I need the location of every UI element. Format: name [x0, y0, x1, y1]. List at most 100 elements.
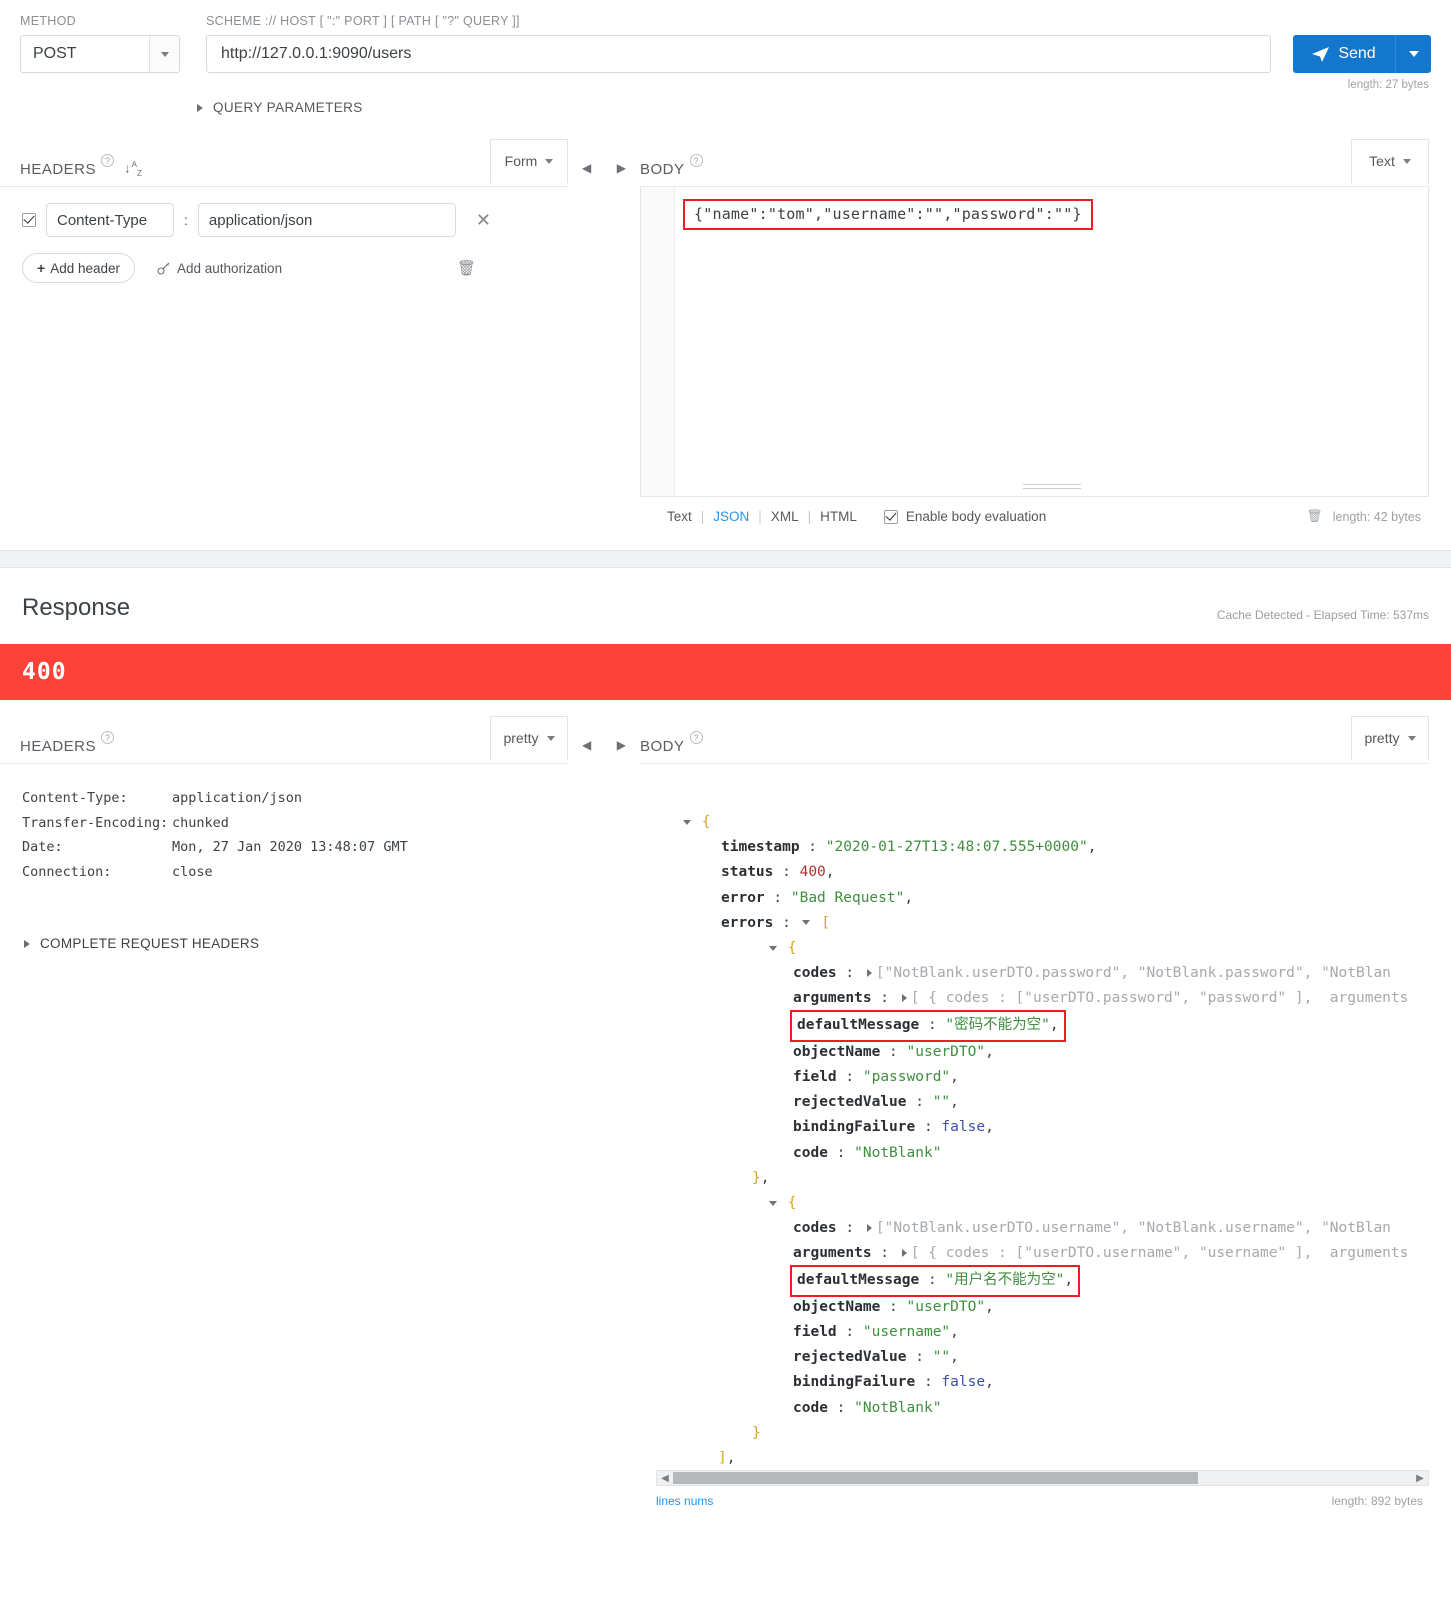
json-key: code: [793, 1144, 828, 1161]
request-body-content[interactable]: {"name":"tom","username":"","password":"…: [683, 199, 1093, 230]
response-body-length: length: 892 bytes: [1331, 1494, 1423, 1508]
json-value: "": [932, 1094, 951, 1111]
send-button-group[interactable]: Send: [1293, 35, 1431, 73]
url-input[interactable]: http://127.0.0.1:9090/users: [206, 35, 1271, 73]
response-header-key: Connection:: [22, 863, 112, 880]
json-value: "username": [862, 1324, 951, 1341]
expand-right-icon[interactable]: ▶: [617, 161, 626, 175]
scroll-track[interactable]: [673, 1471, 1412, 1485]
request-headers-view-mode[interactable]: Form: [490, 138, 568, 183]
twisty-closed-icon[interactable]: [863, 961, 876, 986]
editor-resize-grip[interactable]: [1022, 484, 1081, 489]
response-header-value: application/json: [172, 790, 303, 806]
request-body-footer-right: 🗑 length: 42 bytes: [1307, 509, 1427, 524]
scroll-thumb[interactable]: [673, 1472, 1198, 1484]
response-headers-panel: HEADERS ? pretty Content-Type: applicati…: [0, 715, 568, 1508]
json-line-field: field : "username",: [656, 1320, 1429, 1345]
json-line-errors[interactable]: errors : [: [656, 911, 1429, 936]
twisty-closed-icon[interactable]: [898, 1241, 911, 1266]
enable-body-evaluation-checkbox[interactable]: [883, 509, 898, 524]
help-icon[interactable]: ?: [689, 154, 703, 167]
collapse-left-icon[interactable]: ◀: [582, 161, 591, 175]
json-line-arguments[interactable]: arguments : [ { codes : ["userDTO.userna…: [656, 1241, 1429, 1266]
json-line-rejectedValue: rejectedValue : "",: [656, 1345, 1429, 1370]
response-body-view-mode[interactable]: pretty: [1351, 715, 1429, 760]
response-json-viewer[interactable]: { timestamp : "2020-01-27T13:48:07.555+0…: [640, 764, 1429, 1464]
expand-right-icon[interactable]: ▶: [617, 738, 626, 752]
add-header-button[interactable]: + Add header: [22, 253, 135, 283]
editor-content[interactable]: {"name":"tom","username":"","password":"…: [675, 187, 1428, 496]
json-value: "2020-01-27T13:48:07.555+0000": [825, 839, 1088, 856]
twisty-open-icon[interactable]: [680, 810, 693, 835]
help-icon[interactable]: ?: [101, 731, 115, 744]
json-key: defaultMessage: [797, 1271, 920, 1288]
clear-body-button[interactable]: 🗑: [1307, 509, 1323, 524]
json-line-objectName: objectName : "userDTO",: [656, 1040, 1429, 1065]
request-body-editor[interactable]: {"name":"tom","username":"","password":"…: [640, 187, 1429, 497]
scroll-left-icon[interactable]: ◀: [657, 1473, 673, 1484]
json-key: errors: [721, 914, 774, 931]
chevron-down-icon: [546, 735, 555, 741]
twisty-closed-icon[interactable]: [898, 986, 911, 1011]
request-body-view-mode[interactable]: Text: [1351, 138, 1429, 183]
header-value-input[interactable]: application/json: [197, 203, 456, 237]
twisty-open-icon[interactable]: [766, 1191, 779, 1216]
complete-request-headers-toggle[interactable]: COMPLETE REQUEST HEADERS: [0, 884, 568, 951]
response-area: Response Cache Detected - Elapsed Time: …: [0, 568, 1451, 1508]
send-button[interactable]: Send: [1293, 35, 1395, 73]
format-html-button[interactable]: HTML: [811, 509, 866, 524]
json-value: "NotBlank": [854, 1399, 942, 1416]
key-icon: [157, 262, 170, 275]
json-array-item-open[interactable]: {: [656, 936, 1429, 961]
response-headers-view-mode[interactable]: pretty: [490, 715, 568, 760]
response-header-row: Content-Type: application/json: [22, 786, 568, 811]
json-key: rejectedValue: [793, 1349, 907, 1366]
twisty-open-icon[interactable]: [800, 911, 813, 936]
json-line-code: code : "NotBlank": [656, 1396, 1429, 1421]
lines-nums-toggle[interactable]: lines nums: [656, 1494, 713, 1508]
request-area: METHOD POST SCHEME :// HOST [ ":" PORT ]…: [0, 0, 1451, 524]
query-parameters-toggle[interactable]: QUERY PARAMETERS: [0, 91, 1451, 115]
json-array-item-open[interactable]: {: [656, 1191, 1429, 1216]
method-dropdown-toggle[interactable]: [149, 36, 179, 72]
method-select[interactable]: POST: [20, 35, 180, 73]
add-authorization-label: Add authorization: [177, 260, 283, 276]
response-body-panel: BODY ? pretty { timestamp : "2020-01-27T…: [640, 715, 1451, 1508]
json-array-item-close: },: [752, 1169, 770, 1186]
json-line-field: field : "password",: [656, 1065, 1429, 1090]
twisty-closed-icon[interactable]: [863, 1216, 876, 1241]
help-icon[interactable]: ?: [101, 154, 115, 167]
format-text-button[interactable]: Text: [658, 509, 701, 524]
delete-all-headers-button[interactable]: 🗑: [457, 259, 568, 277]
plus-icon: +: [37, 260, 46, 276]
enable-body-evaluation-row[interactable]: Enable body evaluation: [883, 509, 1047, 524]
send-column: Send: [1271, 14, 1431, 73]
header-key-input[interactable]: Content-Type: [46, 203, 174, 237]
status-code: 400: [22, 659, 67, 685]
method-value: POST: [33, 45, 77, 62]
method-label: METHOD: [20, 14, 76, 28]
response-body-hscrollbar[interactable]: ◀ ▶: [656, 1470, 1429, 1486]
response-panel-gutter: ◀ ▶: [568, 720, 640, 1508]
json-root-open[interactable]: {: [656, 810, 1429, 835]
header-enabled-checkbox[interactable]: [22, 213, 36, 227]
json-value: 400: [799, 864, 826, 881]
help-icon[interactable]: ?: [689, 731, 703, 744]
response-body-title: BODY: [640, 738, 685, 755]
sort-az-icon[interactable]: ↓ AZ: [124, 160, 142, 178]
twisty-open-icon[interactable]: [766, 936, 779, 961]
send-options-toggle[interactable]: [1395, 35, 1431, 73]
collapse-left-icon[interactable]: ◀: [582, 738, 591, 752]
request-panel-gutter: ◀ ▶: [568, 143, 640, 524]
add-authorization-button[interactable]: Add authorization: [157, 261, 282, 276]
format-json-button[interactable]: JSON: [704, 509, 758, 524]
scroll-right-icon[interactable]: ▶: [1412, 1473, 1428, 1484]
format-xml-button[interactable]: XML: [762, 509, 808, 524]
json-line-arguments[interactable]: arguments : [ { codes : ["userDTO.passwo…: [656, 986, 1429, 1011]
json-line-codes[interactable]: codes : ["NotBlank.userDTO.password", "N…: [656, 961, 1429, 986]
request-headers-view-mode-label: Form: [504, 153, 538, 169]
enable-body-evaluation-label: Enable body evaluation: [905, 509, 1047, 524]
json-value: "": [932, 1349, 951, 1366]
json-line-codes[interactable]: codes : ["NotBlank.userDTO.username", "N…: [656, 1216, 1429, 1241]
remove-header-button[interactable]: ✕: [466, 210, 491, 231]
